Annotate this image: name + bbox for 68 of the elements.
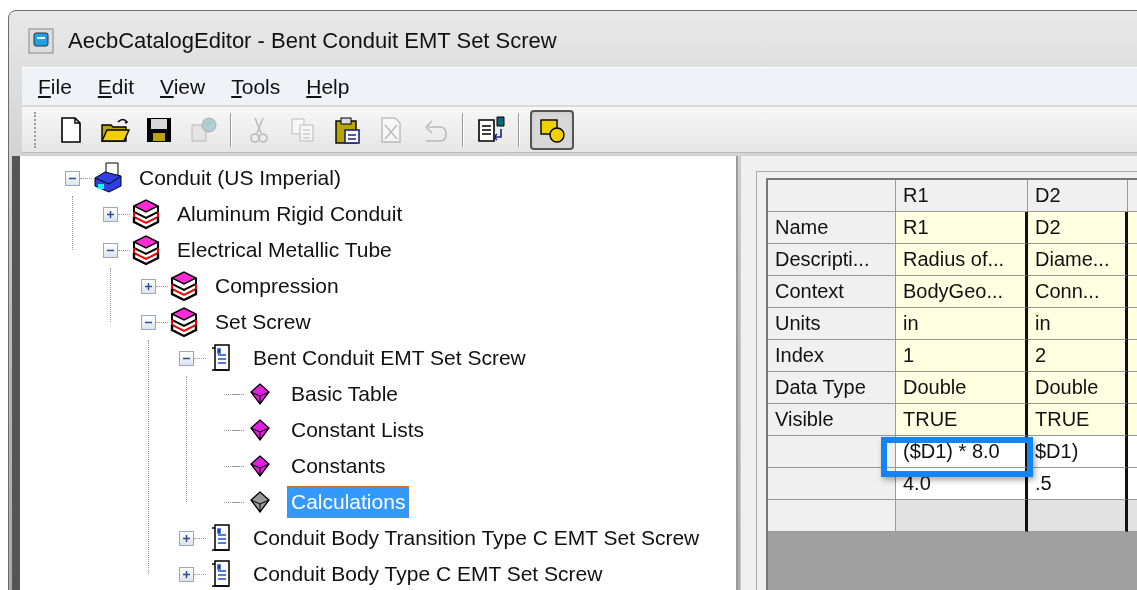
app-icon <box>28 27 54 54</box>
menu-item[interactable]: Tools <box>231 70 281 103</box>
menu-item[interactable]: View <box>160 70 206 103</box>
tree-item[interactable]: Conduit (US Imperial) <box>135 162 345 194</box>
row-header: Visible <box>768 404 896 436</box>
plus-icon <box>182 533 191 543</box>
row-header: Units <box>768 308 896 340</box>
table-cell[interactable]: D2 <box>1028 212 1128 244</box>
collapse-toggle[interactable] <box>141 314 156 330</box>
collapse-toggle[interactable] <box>179 350 194 366</box>
plus-icon <box>106 209 115 219</box>
table-cell[interactable]: Double <box>896 372 1028 404</box>
table-cell[interactable]: Radius of... <box>896 244 1028 276</box>
expand-toggle[interactable] <box>103 206 118 222</box>
tree-item[interactable]: Aluminum Rigid Conduit <box>173 198 407 230</box>
clipboard-icon <box>332 114 362 145</box>
book-stack-icon <box>168 306 200 338</box>
table-cell[interactable]: .5 <box>1028 468 1128 500</box>
plus-icon <box>182 569 191 579</box>
table-cell[interactable]: 2 <box>1028 340 1128 372</box>
table-cell[interactable]: TRUE <box>1028 404 1128 436</box>
row-header: Context <box>768 276 896 308</box>
menu-item[interactable]: Help <box>306 70 350 103</box>
expand-toggle[interactable] <box>141 278 156 294</box>
table-cell[interactable]: TRUE <box>896 404 1028 436</box>
column-header: R1 <box>896 180 1028 212</box>
book-stack-icon <box>168 270 200 302</box>
row-header: Data Type <box>768 372 896 404</box>
table-cell[interactable]: Double <box>1028 372 1128 404</box>
tree-item[interactable]: Conduit Body Type C EMT Set Screw <box>249 558 607 590</box>
tree-item[interactable]: Constants <box>287 450 390 482</box>
row-header: Name <box>768 212 896 244</box>
table-cell[interactable]: BodyGeo... <box>896 276 1028 308</box>
table-cell[interactable]: in <box>1028 308 1128 340</box>
collapse-toggle[interactable] <box>103 242 118 258</box>
table-cell[interactable]: in <box>896 308 1028 340</box>
menu-item[interactable]: Edit <box>97 70 135 103</box>
menu-item[interactable]: File <box>38 70 72 103</box>
diamond-icon <box>250 455 270 477</box>
table-cell[interactable]: $D1) <box>1028 436 1128 468</box>
tree-item[interactable]: Conduit Body Transition Type C EMT Set Screw <box>249 522 704 554</box>
row-header: Index <box>768 340 896 372</box>
tree-item[interactable]: Compression <box>211 270 343 302</box>
globe-icon <box>188 114 218 145</box>
column-header: D2 <box>1028 180 1128 212</box>
tree-item[interactable]: Set Screw <box>211 306 315 338</box>
table-cell[interactable]: Diame... <box>1028 244 1128 276</box>
tree-item[interactable]: Bent Conduit EMT Set Screw <box>249 342 530 374</box>
expand-toggle[interactable] <box>179 566 194 582</box>
row-header: Descripti... <box>768 244 896 276</box>
table-cell[interactable]: Conn... <box>1028 276 1128 308</box>
diamond-icon <box>250 491 270 513</box>
window-title: AecbCatalogEditor - Bent Conduit EMT Set Screw <box>68 27 557 55</box>
tree-item[interactable]: Basic Table <box>287 378 402 410</box>
tree-item[interactable]: Constant Lists <box>287 414 429 446</box>
tree-item[interactable]: Electrical Metallic Tube <box>173 234 396 266</box>
collapse-toggle[interactable] <box>65 170 80 186</box>
book-stack-icon <box>130 234 162 266</box>
toolbar-button[interactable] <box>530 109 574 150</box>
diamond-icon <box>250 383 270 405</box>
expand-toggle[interactable] <box>179 530 194 546</box>
table-cell[interactable]: R1 <box>896 212 1028 244</box>
catalog-icon <box>92 162 124 194</box>
table-cell[interactable]: 1 <box>896 340 1028 372</box>
diamond-icon <box>250 419 270 441</box>
document-arrow-icon <box>476 114 506 145</box>
book-stack-icon <box>130 198 162 230</box>
plus-icon <box>144 281 153 291</box>
